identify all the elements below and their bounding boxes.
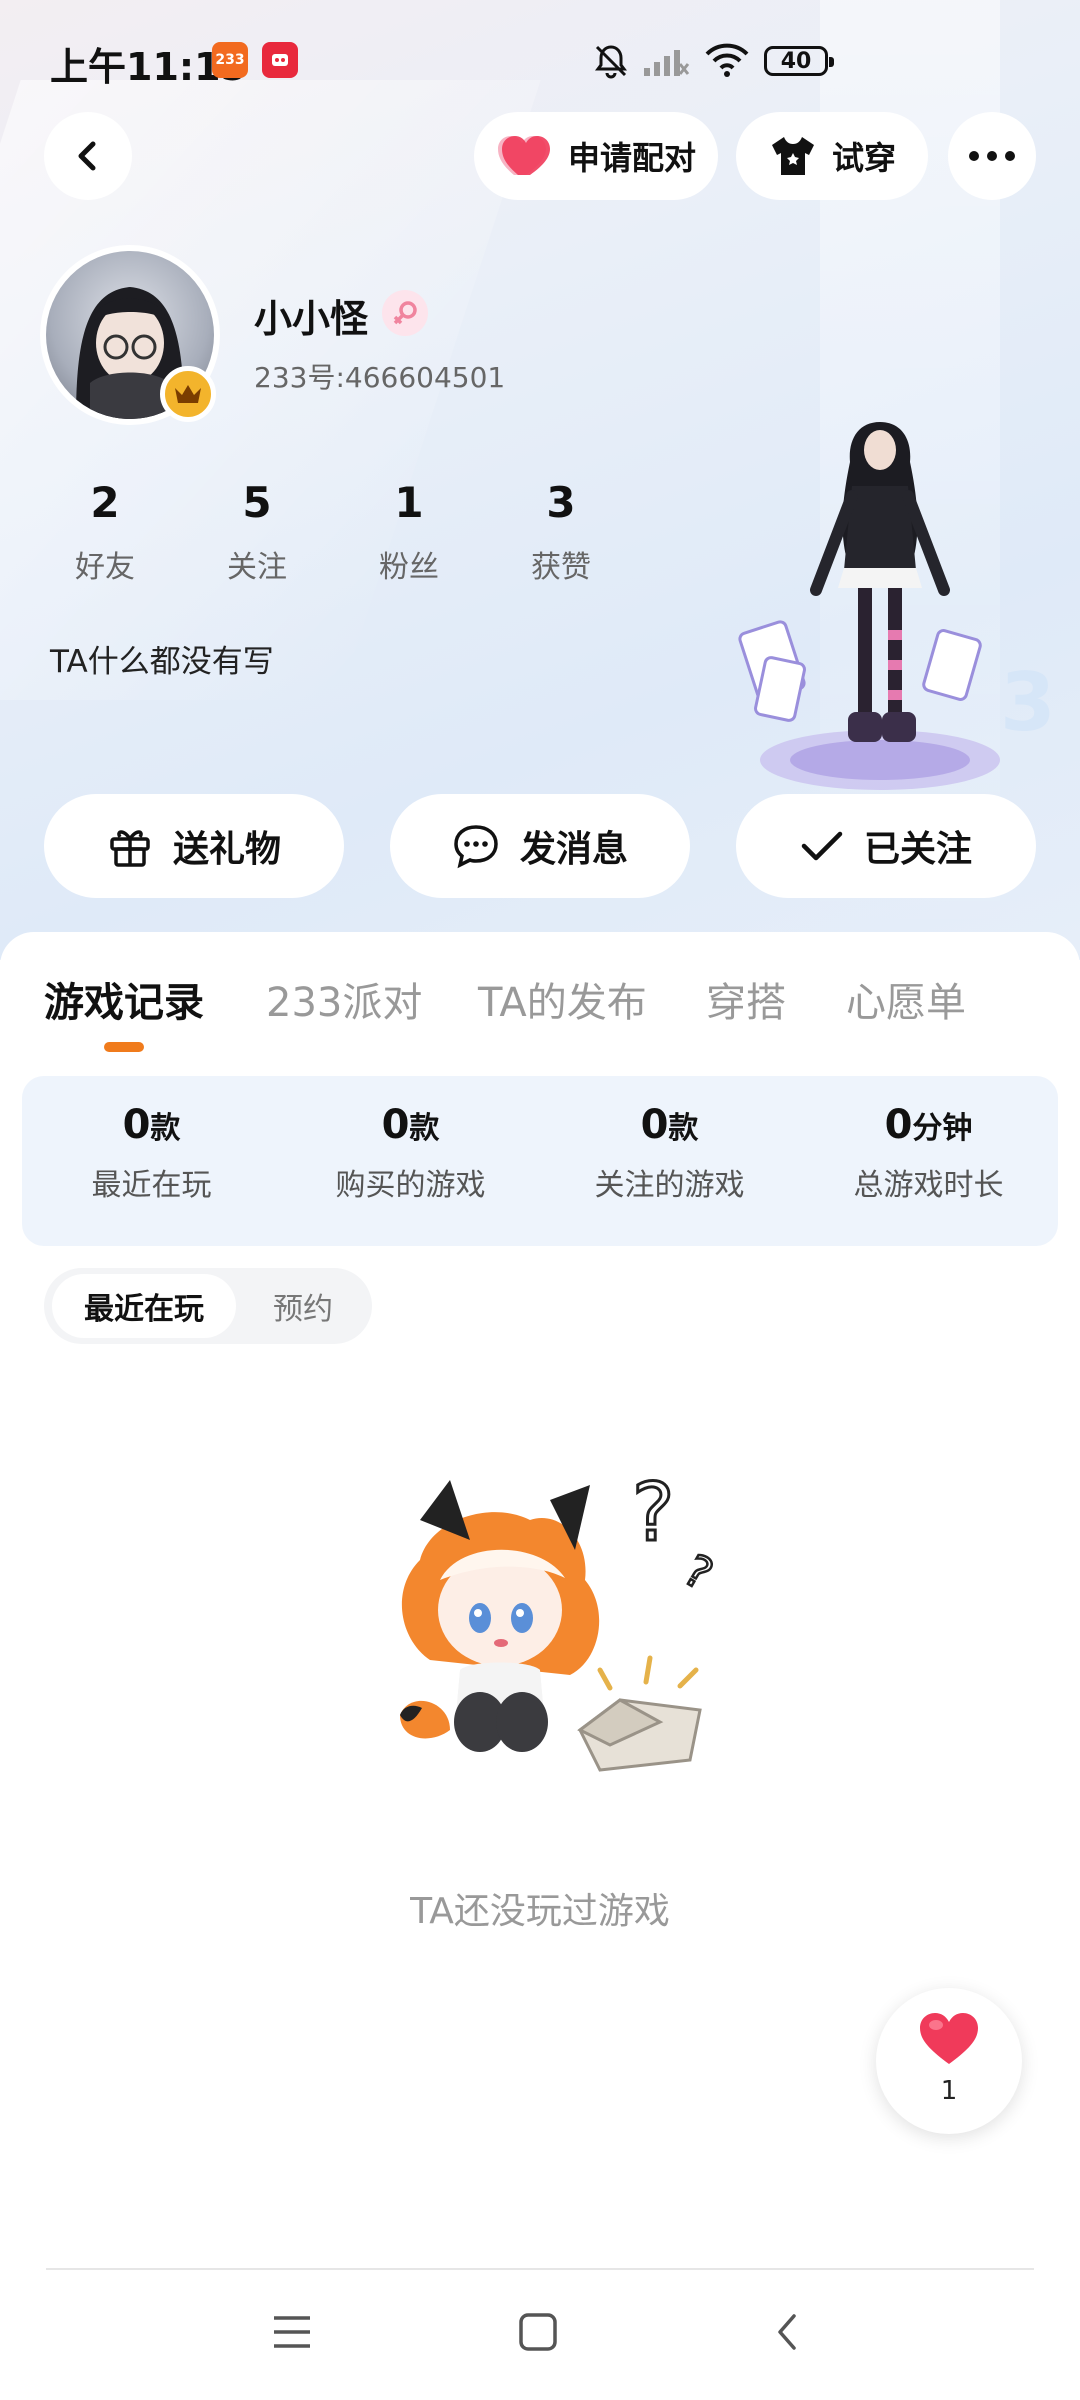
more-button[interactable] xyxy=(948,112,1036,200)
stat-value: 3 xyxy=(546,478,576,527)
game-stat-value: 0 xyxy=(122,1102,151,1148)
signal-icon xyxy=(642,46,690,82)
pair-request-label: 申请配对 xyxy=(567,139,696,177)
game-stat-label: 最近在玩 xyxy=(91,1168,212,1203)
like-count: 1 xyxy=(940,2076,958,2106)
tab-game-records[interactable]: 游戏记录 xyxy=(44,970,204,1028)
game-stat-purchased[interactable]: 0款 购买的游戏 xyxy=(281,1102,540,1204)
svg-text:?: ? xyxy=(632,1466,674,1559)
send-gift-label: 送礼物 xyxy=(172,829,281,870)
game-stat-playtime[interactable]: 0分钟 总游戏时长 xyxy=(799,1102,1058,1204)
game-stat-followed[interactable]: 0款 关注的游戏 xyxy=(540,1102,799,1204)
stat-value: 5 xyxy=(242,478,272,527)
tab-outfits[interactable]: 穿搭 xyxy=(706,970,786,1028)
game-stat-value: 0 xyxy=(381,1102,410,1148)
profile-name: 小小怪 xyxy=(254,297,369,341)
empty-state-text: TA还没玩过游戏 xyxy=(410,1891,670,1932)
try-on-button[interactable]: 试穿 xyxy=(736,112,928,200)
followed-button[interactable]: 已关注 xyxy=(736,794,1036,898)
pair-request-button[interactable]: 申请配对 xyxy=(474,112,718,200)
profile-bio: TA什么都没有写 xyxy=(50,644,274,680)
mute-bell-icon xyxy=(592,42,630,84)
send-message-label: 发消息 xyxy=(519,829,628,870)
heart-icon xyxy=(920,2013,978,2064)
send-message-button[interactable]: 发消息 xyxy=(390,794,690,898)
stat-label: 好友 xyxy=(75,550,135,585)
stat-fans[interactable]: 1 粉丝 xyxy=(354,478,464,586)
female-icon xyxy=(393,301,417,325)
game-stat-unit: 款 xyxy=(150,1111,181,1146)
user-id: 233号:466604501 xyxy=(254,361,506,394)
game-stat-unit: 款 xyxy=(409,1111,440,1146)
tab-wishlist[interactable]: 心愿单 xyxy=(846,970,966,1028)
wifi-icon xyxy=(704,42,750,82)
status-bar: 上午11:15 233 40 xyxy=(0,0,1080,120)
tab-233-party[interactable]: 233派对 xyxy=(266,970,422,1028)
segment-recent-playing[interactable]: 最近在玩 xyxy=(52,1274,236,1338)
svg-text:?: ? xyxy=(675,1545,721,1601)
segment-reserve[interactable]: 预约 xyxy=(240,1274,366,1338)
stat-friends[interactable]: 2 好友 xyxy=(50,478,160,586)
back-button[interactable] xyxy=(44,112,132,200)
back-arrow-icon xyxy=(78,141,96,171)
tab-posts[interactable]: TA的发布 xyxy=(478,970,647,1028)
stat-label: 关注 xyxy=(227,550,287,585)
more-dots-icon xyxy=(969,151,1015,161)
stat-label: 粉丝 xyxy=(379,550,439,585)
gender-badge xyxy=(382,290,428,336)
game-stat-label: 购买的游戏 xyxy=(335,1168,486,1203)
game-stat-unit: 分钟 xyxy=(912,1111,973,1146)
game-stat-unit: 款 xyxy=(668,1111,699,1146)
stat-likes[interactable]: 3 获赞 xyxy=(506,478,616,586)
crown-icon xyxy=(175,385,201,403)
stat-value: 1 xyxy=(394,478,424,527)
like-button[interactable] xyxy=(876,1988,1022,2134)
followed-label: 已关注 xyxy=(863,829,972,870)
back-nav-icon[interactable] xyxy=(772,2312,802,2356)
tshirt-icon xyxy=(771,137,814,175)
nav-divider xyxy=(46,2268,1034,2270)
game-stat-label: 关注的游戏 xyxy=(594,1168,745,1203)
gift-icon xyxy=(110,830,150,867)
send-gift-button[interactable]: 送礼物 xyxy=(44,794,344,898)
app-badge-icon xyxy=(262,42,298,78)
stat-following[interactable]: 5 关注 xyxy=(202,478,312,586)
game-stat-value: 0 xyxy=(640,1102,669,1148)
game-stat-recent[interactable]: 0款 最近在玩 xyxy=(22,1102,281,1204)
heart-icon xyxy=(497,136,550,175)
svg-text:33: 33 xyxy=(1000,656,1060,749)
checkmark-icon xyxy=(801,831,843,861)
crown-badge xyxy=(160,366,216,422)
stat-label: 获赞 xyxy=(531,550,591,585)
stat-value: 2 xyxy=(90,478,120,527)
menu-icon[interactable] xyxy=(272,2314,312,2354)
home-icon[interactable] xyxy=(518,2312,558,2356)
avatar-3d-figure[interactable]: 33 xyxy=(730,400,1080,820)
empty-state-illustration: ? ? xyxy=(370,1460,750,1840)
chat-bubble-icon xyxy=(454,825,498,869)
try-on-label: 试穿 xyxy=(831,139,896,177)
game-stat-value: 0 xyxy=(884,1102,913,1148)
game-stat-label: 总游戏时长 xyxy=(853,1168,1004,1203)
app-badge-233: 233 xyxy=(212,42,248,78)
active-tab-indicator xyxy=(104,1042,144,1052)
battery-indicator: 40 xyxy=(764,46,834,76)
